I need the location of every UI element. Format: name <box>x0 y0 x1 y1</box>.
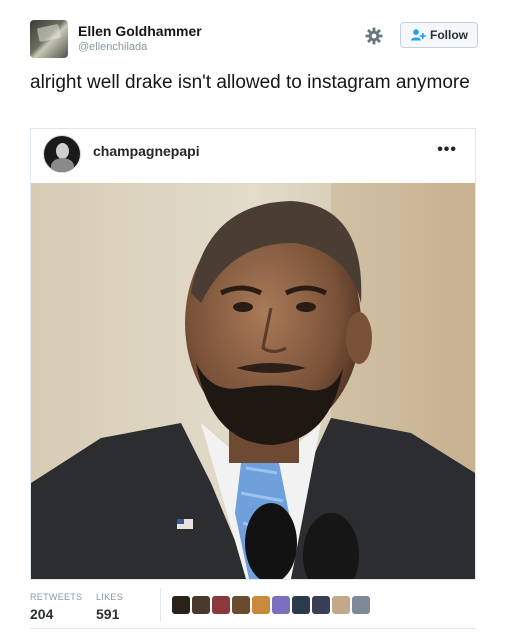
tweet-stats: RETWEETS 204 LIKES 591 <box>30 588 476 628</box>
liker-avatar[interactable] <box>312 596 330 614</box>
liker-avatar[interactable] <box>252 596 270 614</box>
liker-avatar[interactable] <box>272 596 290 614</box>
liker-avatar[interactable] <box>332 596 350 614</box>
liker-avatar[interactable] <box>192 596 210 614</box>
liker-avatar[interactable] <box>292 596 310 614</box>
add-user-icon <box>411 29 426 41</box>
author-handle[interactable]: @ellenchilada <box>78 41 147 53</box>
liker-avatars <box>172 596 370 614</box>
tweet-header: Ellen Goldhammer @ellenchilada Follow <box>30 20 478 64</box>
tweet-text: alright well drake isn't allowed to inst… <box>30 72 470 93</box>
liker-avatar[interactable] <box>172 596 190 614</box>
card-header: champagnepapi ••• <box>31 129 475 184</box>
post-photo[interactable] <box>31 183 475 579</box>
liker-avatar[interactable] <box>232 596 250 614</box>
embedded-instagram-card[interactable]: champagnepapi ••• <box>30 128 476 580</box>
stats-divider <box>160 588 161 622</box>
stats-rule <box>30 628 476 629</box>
follow-label: Follow <box>430 28 468 42</box>
author-avatar[interactable] <box>30 20 68 58</box>
card-username[interactable]: champagnepapi <box>93 143 200 159</box>
retweets-count: 204 <box>30 606 54 622</box>
gear-icon[interactable] <box>364 26 384 46</box>
follow-button[interactable]: Follow <box>400 22 478 48</box>
card-avatar[interactable] <box>43 135 81 173</box>
likes-stat[interactable]: LIKES 591 <box>96 592 123 622</box>
author-name[interactable]: Ellen Goldhammer <box>78 23 202 39</box>
liker-avatar[interactable] <box>212 596 230 614</box>
likes-count: 591 <box>96 606 120 622</box>
more-options-icon[interactable]: ••• <box>437 141 457 159</box>
liker-avatar[interactable] <box>352 596 370 614</box>
retweets-stat[interactable]: RETWEETS 204 <box>30 592 82 622</box>
retweets-label: RETWEETS <box>30 592 83 602</box>
likes-label: LIKES <box>96 592 124 602</box>
